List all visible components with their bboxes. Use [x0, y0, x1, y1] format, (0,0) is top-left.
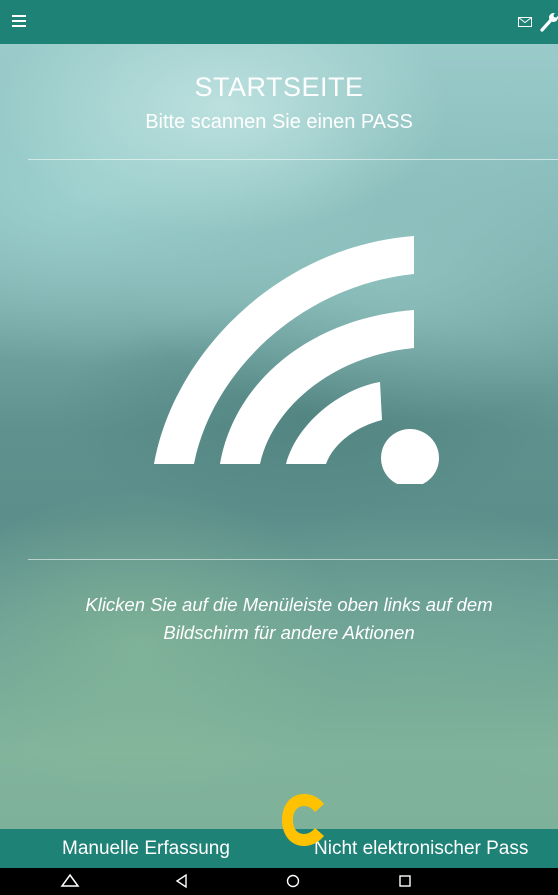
nfc-signal-icon [154, 236, 439, 484]
recents-icon[interactable] [395, 872, 415, 890]
back-icon[interactable] [172, 872, 192, 890]
divider-top [28, 159, 558, 160]
hamburger-menu-icon[interactable] [12, 15, 26, 27]
top-app-bar [0, 0, 558, 44]
c-logo-icon [282, 794, 324, 846]
home-triangle-icon[interactable] [60, 872, 80, 890]
non-electronic-pass-button[interactable]: Nicht elektronischer Pass [314, 838, 528, 860]
page-subtitle: Bitte scannen Sie einen PASS [145, 111, 413, 133]
wrench-icon[interactable] [540, 12, 558, 32]
mail-icon[interactable] [518, 17, 532, 27]
home-circle-icon[interactable] [283, 872, 303, 890]
app-screen: STARTSEITE Bitte scannen Sie einen PASS … [0, 0, 558, 895]
divider-bottom [28, 559, 558, 560]
hint-line-2: Bildschirm für andere Aktionen [163, 622, 415, 643]
page-title: STARTSEITE [194, 72, 364, 102]
hint-text: Klicken Sie auf die Menüleiste oben link… [20, 591, 558, 647]
manual-entry-button[interactable]: Manuelle Erfassung [62, 838, 230, 860]
hint-line-1: Klicken Sie auf die Menüleiste oben link… [85, 594, 493, 615]
system-nav-bar [0, 868, 558, 895]
